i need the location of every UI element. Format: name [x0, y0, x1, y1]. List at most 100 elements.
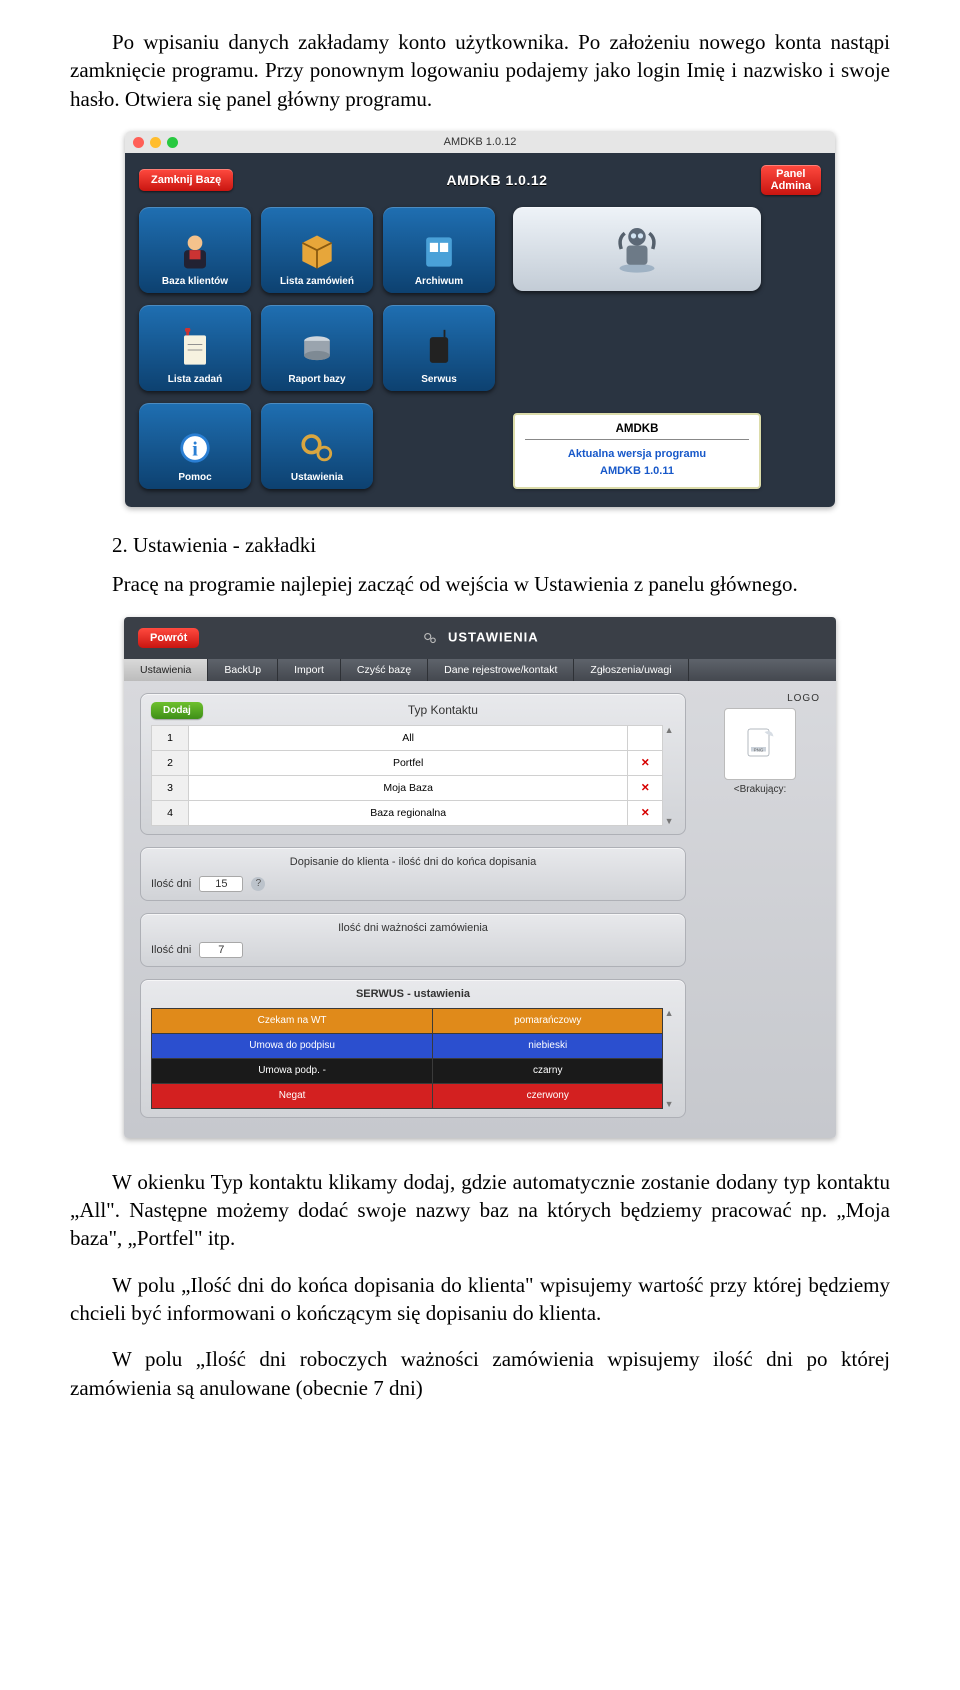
table-row[interactable]: 4Baza regionalna✕	[152, 800, 663, 825]
version-card: AMDKB Aktualna wersja programu AMDKB 1.0…	[513, 413, 761, 489]
tile-label: Baza klientów	[162, 276, 228, 287]
tile-label: Serwus	[421, 374, 457, 385]
status-name: Negat	[152, 1083, 433, 1108]
settings-body: Dodaj Typ Kontaktu 1All 2Portfel✕ 3Moja …	[124, 681, 836, 1138]
typ-kontaktu-table: 1All 2Portfel✕ 3Moja Baza✕ 4Baza regiona…	[151, 725, 663, 826]
delete-icon[interactable]: ✕	[628, 800, 663, 825]
mac-titlebar: AMDKB 1.0.12	[125, 131, 835, 153]
settings-topbar: Powrót USTAWIENIA	[124, 617, 836, 659]
tab-czysc[interactable]: Czyść bazę	[341, 659, 428, 681]
tile-grid: Baza klientów Lista zamówień Archiwum	[139, 207, 495, 489]
right-column: AMDKB Aktualna wersja programu AMDKB 1.0…	[513, 207, 761, 489]
svg-text:PNG: PNG	[754, 747, 764, 752]
row-name: Portfel	[189, 750, 628, 775]
add-button[interactable]: Dodaj	[151, 702, 203, 719]
orders-icon	[295, 232, 339, 272]
panel-title: SERWUS - ustawienia	[151, 988, 675, 1000]
tile-serwus[interactable]: Serwus	[383, 305, 495, 391]
gear-icon	[421, 629, 439, 647]
delete-icon[interactable]: ✕	[628, 775, 663, 800]
tab-import[interactable]: Import	[278, 659, 341, 681]
table-row[interactable]: Czekam na WTpomarańczowy	[152, 1008, 663, 1033]
panel-title: Typ Kontaktu	[211, 703, 675, 717]
admin-panel-button[interactable]: Panel Admina	[761, 165, 821, 195]
scrollbar[interactable]: ▲▼	[663, 1008, 675, 1109]
panel-typ-kontaktu: Dodaj Typ Kontaktu 1All 2Portfel✕ 3Moja …	[140, 693, 686, 835]
tasks-icon	[173, 330, 217, 370]
row-num: 1	[152, 725, 189, 750]
tab-zgloszenia[interactable]: Zgłoszenia/uwagi	[574, 659, 688, 681]
panel-serwus: SERWUS - ustawienia Czekam na WTpomarańc…	[140, 979, 686, 1118]
tile-lista-zamowien[interactable]: Lista zamówień	[261, 207, 373, 293]
tile-baza-klientow[interactable]: Baza klientów	[139, 207, 251, 293]
table-row[interactable]: 3Moja Baza✕	[152, 775, 663, 800]
help-icon[interactable]: ?	[251, 877, 265, 891]
panel-title: Dopisanie do klienta - ilość dni do końc…	[151, 856, 675, 868]
svg-text:i: i	[192, 438, 198, 460]
logo-placeholder[interactable]: PNG	[724, 708, 796, 780]
status-name: Umowa podp. -	[152, 1058, 433, 1083]
close-db-button[interactable]: Zamknij Bazę	[139, 169, 233, 191]
router-icon	[417, 330, 461, 370]
app-body: Zamknij Bazę AMDKB 1.0.12 Panel Admina B…	[125, 153, 835, 507]
tile-lista-zadan[interactable]: Lista zadań	[139, 305, 251, 391]
version-card-body: Aktualna wersja programu AMDKB 1.0.11	[525, 446, 749, 479]
image-file-icon: PNG	[742, 726, 778, 762]
main-grid-area: Baza klientów Lista zamówień Archiwum	[139, 207, 821, 489]
panel-dopisanie: Dopisanie do klienta - ilość dni do końc…	[140, 847, 686, 901]
panel-waznosc: Ilość dni ważności zamówienia Ilość dni …	[140, 913, 686, 967]
tab-dane[interactable]: Dane rejestrowe/kontakt	[428, 659, 574, 681]
heading-section-2: 2. Ustawienia - zakładki	[70, 531, 890, 560]
paragraph-intro: Po wpisaniu danych zakładamy konto użytk…	[70, 28, 890, 113]
tab-backup[interactable]: BackUp	[208, 659, 278, 681]
tile-label: Lista zamówień	[280, 276, 354, 287]
screenshot-settings: Powrót USTAWIENIA Ustawienia BackUp Impo…	[124, 617, 836, 1138]
table-row[interactable]: Umowa podp. -czarny	[152, 1058, 663, 1083]
help-icon: i	[173, 428, 217, 468]
paragraph-sec2-intro: Pracę na programie najlepiej zacząć od w…	[70, 570, 890, 598]
status-color: niebieski	[433, 1033, 663, 1058]
paragraph-ilosc-dni-wazn: W polu „Ilość dni roboczych ważności zam…	[70, 1345, 890, 1402]
app-topbar: Zamknij Bazę AMDKB 1.0.12 Panel Admina	[139, 163, 821, 197]
tile-ustawienia[interactable]: Ustawienia	[261, 403, 373, 489]
row-num: 3	[152, 775, 189, 800]
settings-tabs: Ustawienia BackUp Import Czyść bazę Dane…	[124, 659, 836, 681]
table-row[interactable]: 1All	[152, 725, 663, 750]
row-name: All	[189, 725, 628, 750]
logo-caption: <Brakujący:	[700, 784, 820, 795]
status-color: czerwony	[433, 1083, 663, 1108]
table-row[interactable]: Umowa do podpisuniebieski	[152, 1033, 663, 1058]
row-num: 4	[152, 800, 189, 825]
paragraph-typ-kontaktu: W okienku Typ kontaktu klikamy dodaj, gd…	[70, 1168, 890, 1253]
clients-icon	[173, 232, 217, 272]
settings-left-column: Dodaj Typ Kontaktu 1All 2Portfel✕ 3Moja …	[140, 693, 686, 1118]
screenshot-main-window: AMDKB 1.0.12 Zamknij Bazę AMDKB 1.0.12 P…	[125, 131, 835, 507]
tab-ustawienia[interactable]: Ustawienia	[124, 659, 208, 681]
scrollbar[interactable]: ▲▼	[663, 725, 675, 826]
status-color: pomarańczowy	[433, 1008, 663, 1033]
field-label: Ilość dni	[151, 878, 191, 890]
logo-label: LOGO	[700, 693, 820, 704]
tile-label: Raport bazy	[288, 374, 345, 385]
tile-label: Ustawienia	[291, 472, 343, 483]
days-input[interactable]: 7	[199, 942, 243, 958]
status-color: czarny	[433, 1058, 663, 1083]
version-line1: Aktualna wersja programu	[525, 446, 749, 463]
days-input[interactable]: 15	[199, 876, 243, 892]
table-row[interactable]: 2Portfel✕	[152, 750, 663, 775]
paragraph-ilosc-dni-dopis: W polu „Ilość dni do końca dopisania do …	[70, 1271, 890, 1328]
tile-raport-bazy[interactable]: Raport bazy	[261, 305, 373, 391]
version-card-heading: AMDKB	[525, 423, 749, 440]
status-name: Umowa do podpisu	[152, 1033, 433, 1058]
delete-icon[interactable]: ✕	[628, 750, 663, 775]
tile-pomoc[interactable]: i Pomoc	[139, 403, 251, 489]
settings-right-column: LOGO PNG <Brakujący:	[700, 693, 820, 1118]
window-title: AMDKB 1.0.12	[125, 136, 835, 148]
row-name: Moja Baza	[189, 775, 628, 800]
tile-archiwum[interactable]: Archiwum	[383, 207, 495, 293]
status-name: Czekam na WT	[152, 1008, 433, 1033]
table-row[interactable]: Negatczerwony	[152, 1083, 663, 1108]
delete-icon[interactable]	[628, 725, 663, 750]
report-icon	[295, 330, 339, 370]
field-label: Ilość dni	[151, 944, 191, 956]
